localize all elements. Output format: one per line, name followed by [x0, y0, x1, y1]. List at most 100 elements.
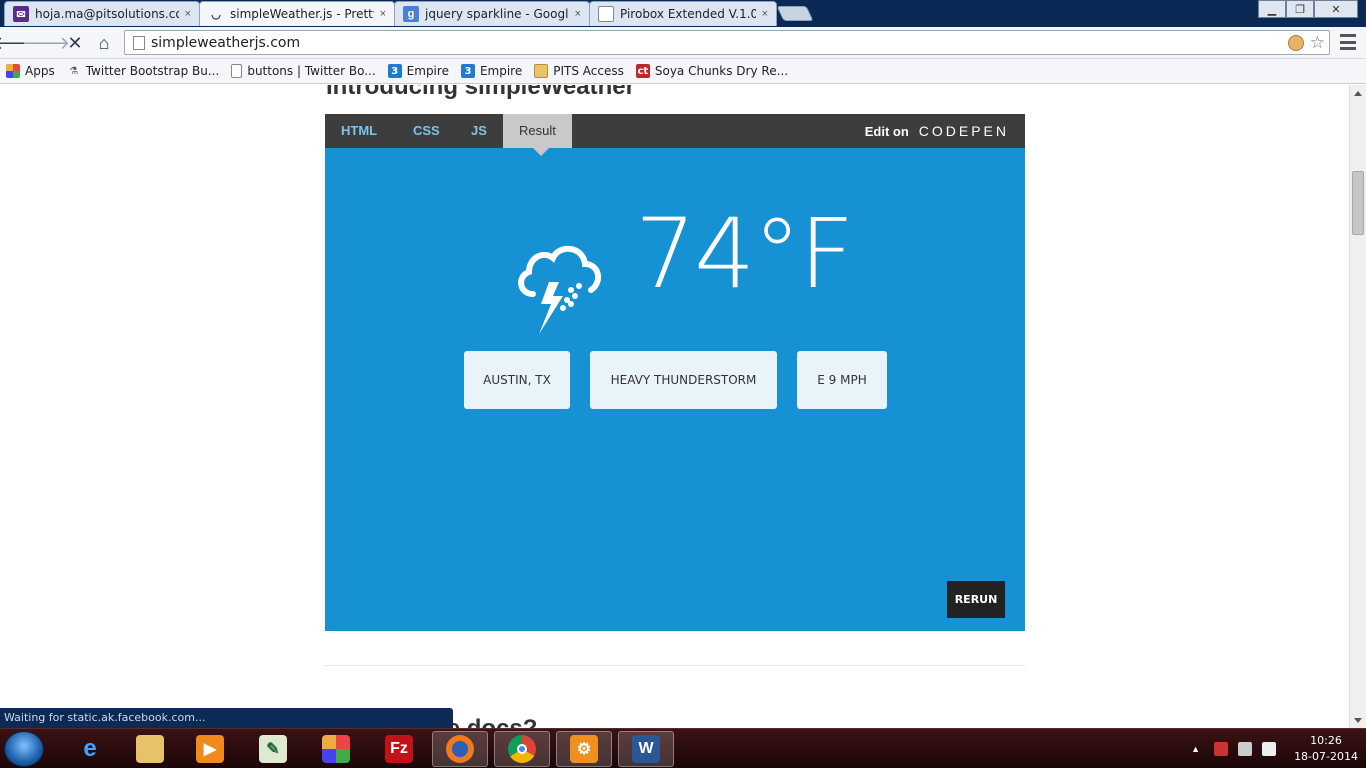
- tab-google[interactable]: g jquery sparkline - Google ×: [394, 1, 590, 26]
- bookmark-empire-1[interactable]: 3 Empire: [387, 64, 449, 78]
- home-icon: ⌂: [98, 32, 110, 53]
- firefox-icon: [446, 735, 474, 763]
- clock[interactable]: 10:26 18-07-2014: [1294, 733, 1358, 765]
- forward-button[interactable]: 🡒: [22, 32, 70, 54]
- taskbar-spreadsheet[interactable]: ✎: [245, 731, 301, 767]
- minimize-button[interactable]: ▁: [1258, 0, 1286, 18]
- codepen-embed: HTML CSS JS Result Edit on CODEPEN 74°F …: [325, 114, 1025, 631]
- temperature-value: 74°F: [635, 198, 854, 310]
- close-tab-icon[interactable]: ×: [380, 8, 386, 20]
- taskbar-internet-explorer[interactable]: e: [62, 731, 118, 767]
- tab-title: simpleWeather.js - Pretty: [230, 7, 374, 21]
- bookmark-label: Twitter Bootstrap Bu...: [85, 64, 220, 78]
- url-text[interactable]: simpleweatherjs.com: [151, 35, 1288, 51]
- tab-pirobox[interactable]: Pirobox Extended V.1.0. jQ ×: [589, 1, 777, 26]
- maximize-button[interactable]: ❐: [1286, 0, 1314, 18]
- show-hidden-icons-icon[interactable]: ▲: [1191, 744, 1200, 754]
- clock-date: 18-07-2014: [1294, 750, 1358, 763]
- tab-title: hoja.ma@pitsolutions.com: [35, 7, 179, 21]
- scrollbar-thumb[interactable]: [1352, 171, 1364, 235]
- tab-gmail[interactable]: ✉ hoja.ma@pitsolutions.com ×: [4, 1, 200, 26]
- loading-spinner-icon: ◡: [211, 8, 221, 21]
- tab-html[interactable]: HTML: [341, 114, 377, 148]
- volume-muted-icon[interactable]: [1262, 742, 1277, 756]
- vertical-scrollbar[interactable]: [1349, 85, 1366, 729]
- taskbar-apps[interactable]: [308, 731, 364, 767]
- stop-x-icon: ✕: [67, 32, 83, 53]
- apps-grid-icon: [6, 64, 20, 78]
- chrome-menu-button[interactable]: [1340, 34, 1356, 50]
- stop-button[interactable]: ✕: [64, 32, 86, 54]
- spreadsheet-icon: ✎: [259, 735, 287, 763]
- tab-js[interactable]: JS: [471, 114, 487, 148]
- bookmark-empire-2[interactable]: 3 Empire: [460, 64, 523, 78]
- network-icon[interactable]: [1238, 742, 1253, 756]
- taskbar-filezilla[interactable]: Fz: [371, 731, 427, 767]
- tab-simpleweather[interactable]: ◡ simpleWeather.js - Pretty ×: [199, 1, 395, 26]
- action-center-icon[interactable]: [1214, 742, 1229, 756]
- google-icon: g: [403, 6, 419, 22]
- address-bar[interactable]: simpleweatherjs.com ☆: [124, 30, 1330, 55]
- weather-widget: 74°F AUSTIN, TX HEAVY THUNDERSTORM E 9 M…: [325, 148, 1025, 631]
- tab-result[interactable]: Result: [503, 114, 572, 156]
- bookmark-label: Soya Chunks Dry Re...: [654, 64, 789, 78]
- codepen-logo: CODEPEN: [918, 123, 1009, 139]
- start-button[interactable]: [4, 731, 44, 767]
- close-tab-icon[interactable]: ×: [762, 8, 768, 20]
- bookmark-buttons[interactable]: buttons | Twitter Bo...: [231, 64, 376, 78]
- thunderstorm-icon: [518, 246, 602, 334]
- taskbar-file-explorer[interactable]: [122, 731, 178, 767]
- bookmark-star-icon[interactable]: ☆: [1310, 33, 1325, 53]
- bookmark-apps[interactable]: Apps: [6, 64, 55, 78]
- new-tab-button[interactable]: [776, 6, 814, 21]
- media-player-icon: ▶: [196, 735, 224, 763]
- close-tab-icon[interactable]: ×: [575, 8, 581, 20]
- bookmark-soya-chunks[interactable]: ct Soya Chunks Dry Re...: [635, 64, 789, 78]
- edit-on-codepen-link[interactable]: Edit on CODEPEN: [865, 114, 1009, 148]
- home-button[interactable]: ⌂: [93, 32, 115, 54]
- scroll-down-icon[interactable]: [1354, 718, 1362, 723]
- browser-toolbar: 🡐 🡒 ✕ ⌂ simpleweatherjs.com ☆: [0, 27, 1366, 59]
- folder-icon: [534, 64, 549, 78]
- tab-title: Pirobox Extended V.1.0. jQ: [620, 7, 756, 21]
- bookmark-label: buttons | Twitter Bo...: [247, 64, 376, 78]
- taskbar-media-player[interactable]: ▶: [182, 731, 238, 767]
- condition-badge: HEAVY THUNDERSTORM: [590, 351, 777, 409]
- bookmark-label: Empire: [479, 64, 523, 78]
- taskbar-firefox[interactable]: [432, 731, 488, 767]
- codepen-tab-bar: HTML CSS JS Result Edit on CODEPEN: [325, 114, 1025, 156]
- scroll-up-icon[interactable]: [1354, 91, 1362, 96]
- bookmark-label: Empire: [406, 64, 449, 78]
- settings-icon: ⚙: [570, 735, 598, 763]
- bookmark-label: Apps: [25, 64, 55, 78]
- bookmark-pits-access[interactable]: PITS Access: [534, 64, 624, 78]
- forward-arrow-icon: 🡒: [21, 32, 71, 53]
- taskbar-chrome[interactable]: [494, 731, 550, 767]
- tab-strip: ✉ hoja.ma@pitsolutions.com × ◡ simpleWea…: [0, 0, 1366, 27]
- page-content: Introducing simpleWeather HTML CSS JS Re…: [0, 85, 1349, 729]
- page-heading: Introducing simpleWeather: [326, 85, 635, 100]
- rerun-button[interactable]: RERUN: [947, 581, 1005, 618]
- tab-css[interactable]: CSS: [413, 114, 440, 148]
- filezilla-icon: Fz: [385, 735, 413, 763]
- taskbar-word[interactable]: W: [618, 731, 674, 767]
- empire-icon: 3: [387, 64, 402, 78]
- windows-taskbar: e ▶ ✎ Fz ⚙ W ▲ 10:26 18-07-2014: [0, 728, 1366, 768]
- internet-explorer-icon: e: [83, 735, 97, 762]
- bookmarks-bar: Apps ⚗ Twitter Bootstrap Bu... buttons |…: [0, 59, 1366, 84]
- clock-time: 10:26: [1310, 734, 1342, 747]
- apps-grid-icon: [322, 735, 350, 763]
- close-tab-icon[interactable]: ×: [185, 8, 191, 20]
- status-bar: Waiting for static.ak.facebook.com...: [0, 708, 453, 728]
- section-divider: [325, 665, 1025, 666]
- taskbar-settings[interactable]: ⚙: [556, 731, 612, 767]
- page-icon: [598, 6, 614, 22]
- bookmark-twitter-bootstrap[interactable]: ⚗ Twitter Bootstrap Bu...: [67, 64, 220, 78]
- close-window-button[interactable]: ✕: [1314, 0, 1358, 18]
- page-icon: [133, 35, 145, 50]
- wind-badge: E 9 MPH: [797, 351, 887, 409]
- extension-icon[interactable]: [1287, 34, 1304, 51]
- location-badge: AUSTIN, TX: [464, 351, 570, 409]
- flask-icon: ⚗: [69, 65, 79, 77]
- tab-title: jquery sparkline - Google: [425, 7, 569, 21]
